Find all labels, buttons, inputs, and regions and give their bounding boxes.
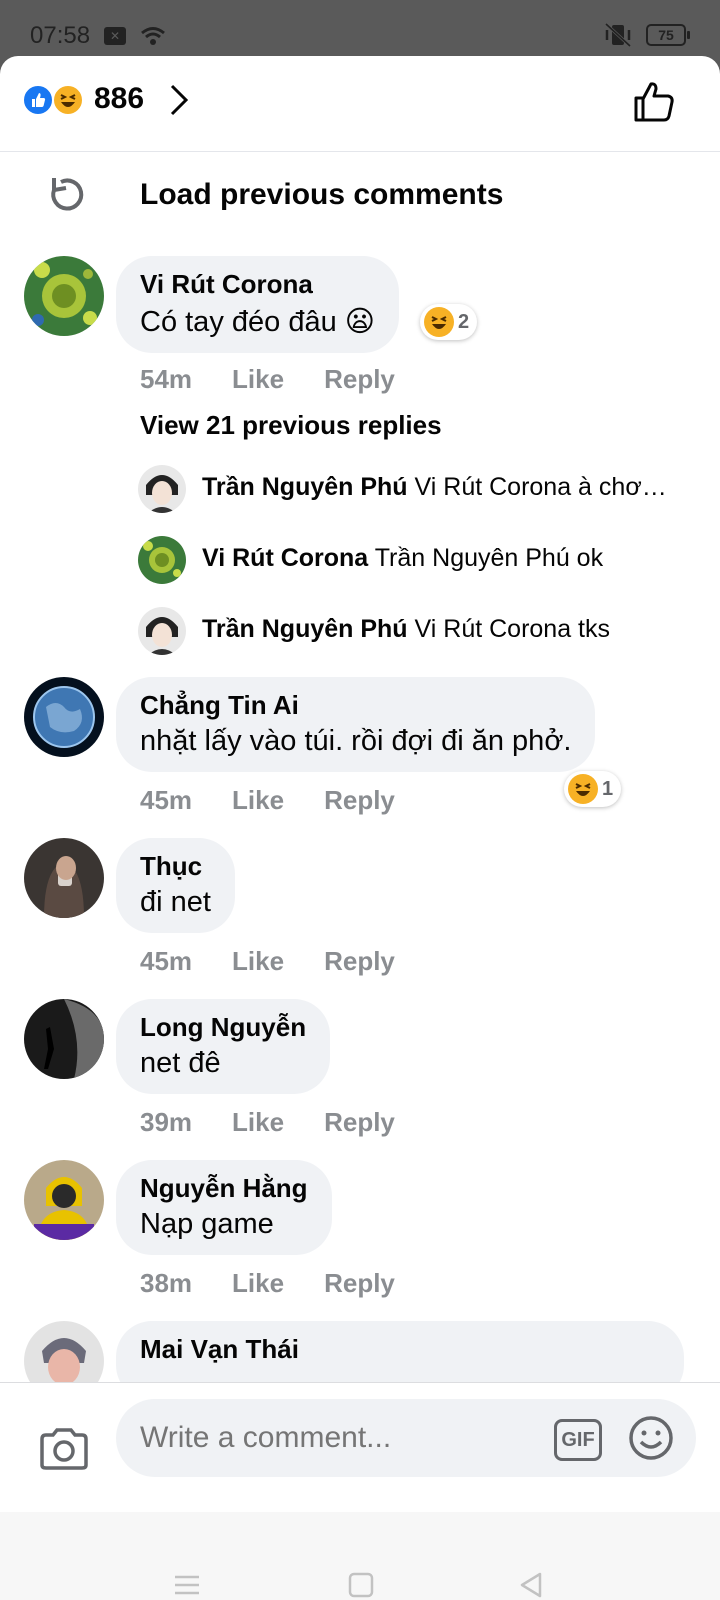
like-button[interactable]: Like: [232, 785, 284, 816]
comment-bubble[interactable]: Thục đi net: [116, 838, 235, 933]
comment-author[interactable]: Thục: [140, 851, 211, 882]
comment-time: 45m: [140, 946, 193, 976]
reply-button[interactable]: Reply: [324, 785, 395, 816]
reply-button[interactable]: Reply: [324, 946, 395, 977]
reply-text: Vi Rút Corona tks: [414, 615, 611, 643]
status-time: 07:58: [30, 22, 91, 49]
view-previous-replies[interactable]: View 21 previous replies: [140, 410, 442, 441]
avatar[interactable]: [138, 465, 186, 513]
comment-bubble[interactable]: Chẳng Tin Ai nhặt lấy vào túi. rồi đợi đ…: [116, 677, 596, 772]
wifi-icon: [141, 27, 165, 45]
comment-time: 45m: [140, 785, 193, 815]
avatar[interactable]: [24, 838, 104, 918]
comment-reaction-chip[interactable]: 1: [564, 771, 622, 807]
reaction-count: 886: [94, 82, 145, 115]
reply-author[interactable]: Trần Nguyên Phú: [202, 473, 408, 501]
emoji-icon[interactable]: [628, 1415, 674, 1461]
comment-time: 38m: [140, 1268, 193, 1298]
like-button[interactable]: Like: [232, 946, 284, 977]
comment-composer: GIF: [0, 1382, 720, 1512]
like-button[interactable]: Like: [232, 364, 284, 395]
reaction-count: 1: [602, 777, 614, 800]
avatar[interactable]: [138, 536, 186, 584]
back-icon[interactable]: [516, 1570, 546, 1600]
comment-actions: 54m Like Reply: [140, 364, 435, 395]
battery-icon: 75: [646, 24, 690, 46]
reaction-summary-bar[interactable]: 886: [0, 56, 720, 152]
comments-sheet: 886 Load previous comments Vi Rút Corona…: [0, 56, 720, 1600]
avatar[interactable]: [138, 607, 186, 655]
comment-author[interactable]: Vi Rút Corona: [140, 269, 375, 300]
reaction-icons: [22, 84, 88, 118]
comment-text: net đê: [140, 1047, 221, 1079]
reply-text: Trần Nguyên Phú ok: [374, 544, 604, 572]
comment-bubble[interactable]: Vi Rút Corona Có tay đéo đâu 😦: [116, 256, 399, 353]
comment-text: Nạp game: [140, 1208, 274, 1240]
comment-author[interactable]: Nguyễn Hằng: [140, 1173, 308, 1204]
like-post-button[interactable]: [632, 80, 676, 124]
notification-icon: ✕: [104, 27, 126, 45]
haha-reaction-icon: [568, 774, 598, 804]
avatar[interactable]: [24, 999, 104, 1079]
avatar[interactable]: [24, 1160, 104, 1240]
reply-item[interactable]: Vi Rút Corona Trần Nguyên Phú ok: [138, 536, 698, 586]
camera-icon[interactable]: [38, 1427, 90, 1471]
comment-text: nhặt lấy vào túi. rồi đợi đi ăn phở.: [140, 725, 572, 757]
system-nav-bar: [0, 1512, 720, 1600]
menu-icon[interactable]: [172, 1570, 202, 1600]
comment-actions: 38m Like Reply: [140, 1268, 435, 1299]
like-reaction-icon: [22, 84, 54, 116]
like-button[interactable]: Like: [232, 1268, 284, 1299]
load-previous-label: Load previous comments: [140, 178, 504, 211]
comment-actions: 45m Like Reply: [140, 785, 435, 816]
avatar[interactable]: [24, 256, 104, 336]
comment-time: 54m: [140, 364, 193, 394]
haha-reaction-icon: [52, 84, 84, 116]
haha-reaction-icon: [424, 307, 454, 337]
reply-item[interactable]: Trần Nguyên Phú Vi Rút Corona à chơi gam…: [138, 465, 698, 515]
vibrate-icon: [604, 22, 632, 48]
like-button[interactable]: Like: [232, 1107, 284, 1138]
home-icon[interactable]: [346, 1570, 376, 1600]
comment-input[interactable]: [116, 1399, 696, 1477]
reply-text: Vi Rút Corona à chơi game đó hả: [414, 473, 672, 501]
comment-text: Có tay đéo đâu 😦: [140, 306, 375, 338]
gif-button[interactable]: GIF: [554, 1419, 602, 1461]
chevron-right-icon[interactable]: [166, 82, 192, 118]
comment-author[interactable]: Chẳng Tin Ai: [140, 690, 571, 721]
avatar[interactable]: [24, 677, 104, 757]
reply-button[interactable]: Reply: [324, 364, 395, 395]
comment-actions: 45m Like Reply: [140, 946, 435, 977]
reload-icon: [51, 178, 84, 211]
reply-button[interactable]: Reply: [324, 1107, 395, 1138]
comment-bubble[interactable]: Long Nguyễn net đê: [116, 999, 331, 1094]
comment-bubble[interactable]: Nguyễn Hằng Nạp game: [116, 1160, 332, 1255]
load-previous-comments[interactable]: Load previous comments: [0, 160, 720, 232]
reply-button[interactable]: Reply: [324, 1268, 395, 1299]
reply-item[interactable]: Trần Nguyên Phú Vi Rút Corona tks: [138, 607, 698, 657]
comment-author[interactable]: Mai Vạn Thái: [140, 1334, 660, 1365]
reply-author[interactable]: Trần Nguyên Phú: [202, 615, 408, 643]
reaction-count: 2: [458, 310, 470, 333]
comment-text: đi net: [140, 886, 211, 918]
comment-actions: 39m Like Reply: [140, 1107, 435, 1138]
reply-author[interactable]: Vi Rút Corona: [202, 544, 368, 572]
comment-reaction-chip[interactable]: 2: [420, 304, 478, 340]
comment-author[interactable]: Long Nguyễn: [140, 1012, 306, 1043]
comment-time: 39m: [140, 1107, 193, 1137]
